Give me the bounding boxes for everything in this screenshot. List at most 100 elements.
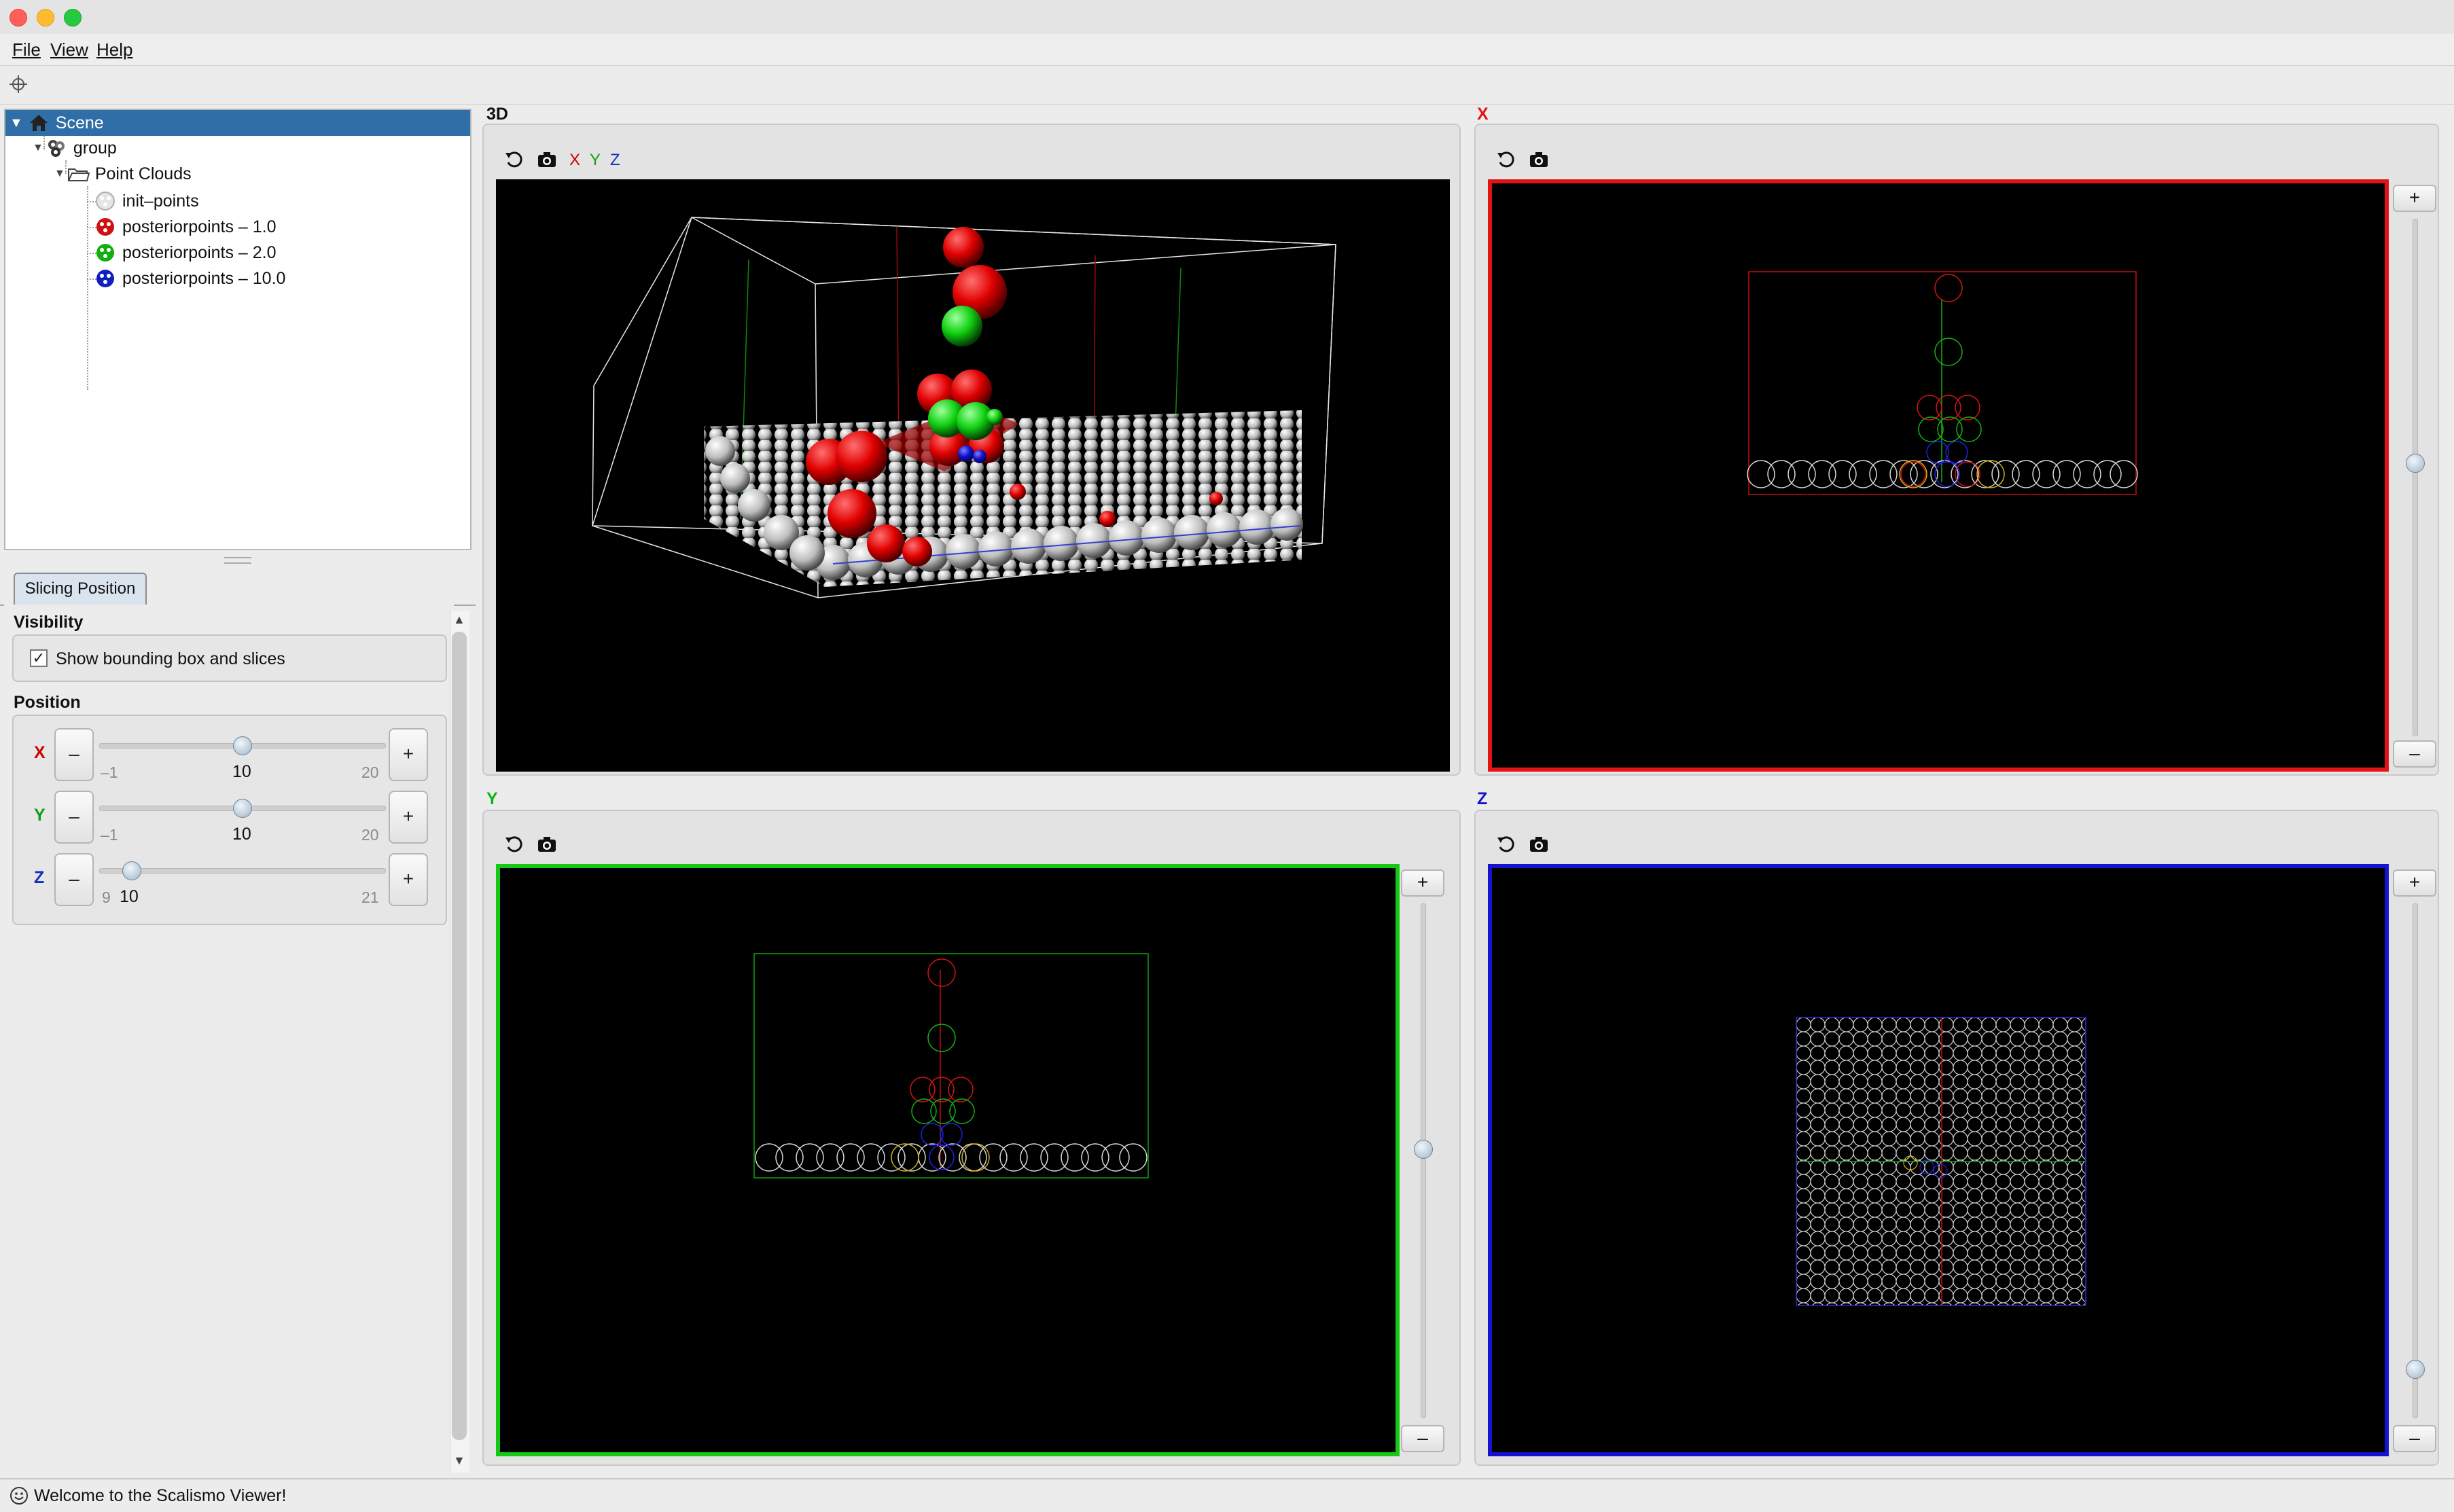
tree-label-init-points: init–points [122,191,199,211]
show-bbox-checkbox[interactable]: ✓ [30,649,48,667]
view-y-label: Y [486,789,498,808]
x-slider-knob[interactable] [233,736,252,755]
tree-label-posteriorpoints-10: posteriorpoints – 10.0 [122,268,286,288]
z-slider-knob[interactable] [122,861,141,880]
tree-node-posteriorpoints-10[interactable]: posteriorpoints – 10.0 [94,266,285,291]
point-cloud-red-icon [94,215,117,238]
view-3d-canvas[interactable] [496,179,1450,772]
y-slider-knob[interactable] [233,799,252,818]
x-view-slider-knob[interactable] [2406,454,2425,473]
tree-label-scene: Scene [55,113,104,132]
visibility-box: ✓ Show bounding box and slices [12,634,447,682]
x-zoom-out-button[interactable]: – [2393,740,2436,768]
view-z-canvas[interactable] [1488,864,2389,1456]
point-cloud-icon [94,190,117,213]
tree-label-point-clouds: Point Clouds [94,164,192,183]
z-axis-label: Z [34,868,45,887]
position-box: X – –1 10 20 + Y – –1 10 20 + Z – 9 10 2… [12,715,447,925]
y-slider-max: 20 [361,826,379,844]
slice-z-render [1796,1017,2086,1306]
reset-view-icon[interactable] [1496,834,1516,854]
x-zoom-in-button[interactable]: + [2393,185,2436,212]
scrollbar-thumb[interactable] [452,632,467,1440]
x-decrement-button[interactable]: – [54,728,94,781]
y-view-slider-knob[interactable] [1414,1140,1433,1159]
panel-splitter[interactable] [224,557,251,564]
close-window-button[interactable] [10,9,27,26]
camera-icon[interactable] [537,834,557,854]
x-axis-label: X [34,743,46,762]
y-zoom-in-button[interactable]: + [1401,869,1444,897]
x-slider-min: –1 [101,763,118,781]
tree-node-init-points[interactable]: init–points [94,189,199,213]
expand-arrow-icon[interactable]: ▼ [33,142,43,154]
z-decrement-button[interactable]: – [54,853,94,906]
point-cloud-green-icon [94,241,117,264]
toolbar [0,66,2454,105]
tree-node-posteriorpoints-2[interactable]: posteriorpoints – 2.0 [94,240,277,265]
view-x-label: X [1477,105,1489,124]
y-increment-button[interactable]: + [389,791,428,844]
z-zoom-out-button[interactable]: – [2393,1425,2436,1452]
scroll-up-arrow-icon[interactable]: ▲ [453,613,465,627]
z-increment-button[interactable]: + [389,853,428,906]
status-text: Welcome to the Scalismo Viewer! [34,1486,287,1505]
y-decrement-button[interactable]: – [54,791,94,844]
point-cloud-blue-icon [94,267,117,290]
zoom-window-button[interactable] [64,9,82,26]
z-view-slider-knob[interactable] [2406,1360,2425,1379]
crosshair-icon[interactable] [8,74,29,94]
reset-view-icon[interactable] [504,834,524,854]
view-y-canvas[interactable] [496,864,1400,1456]
z-view-slider-track[interactable] [2413,903,2418,1418]
group-icon [45,137,68,160]
smiley-icon [10,1486,29,1505]
axis-y-button[interactable]: Y [590,151,601,170]
home-icon [27,111,50,134]
camera-icon[interactable] [1529,834,1549,854]
status-bar: Welcome to the Scalismo Viewer! [0,1478,2454,1512]
view-x-canvas[interactable] [1488,179,2389,772]
camera-icon[interactable] [1529,149,1549,170]
expand-arrow-icon[interactable]: ▼ [54,168,65,180]
settings-scrollbar[interactable]: ▲ ▼ [450,611,469,1473]
y-zoom-out-button[interactable]: – [1401,1425,1444,1452]
window-titlebar [0,0,2454,35]
show-bbox-label: Show bounding box and slices [56,649,285,668]
tree-node-point-clouds[interactable]: ▼ Point Clouds [54,162,192,186]
settings-panel: Visibility ✓ Show bounding box and slice… [4,605,454,1469]
menu-view[interactable]: View [50,39,88,60]
menu-file[interactable]: File [12,39,41,60]
tree-node-scene[interactable]: ▼ Scene [10,111,104,135]
x-slider-max: 20 [361,763,379,781]
x-view-slider-track[interactable] [2413,219,2418,736]
view-z-label: Z [1477,789,1488,808]
reset-view-icon[interactable] [504,149,524,170]
z-slider-track[interactable] [99,868,386,874]
position-title: Position [14,693,81,712]
tree-label-posteriorpoints-2: posteriorpoints – 2.0 [122,242,277,262]
tree-node-posteriorpoints-1[interactable]: posteriorpoints – 1.0 [94,215,277,239]
tab-slicing-position[interactable]: Slicing Position [14,573,147,605]
camera-icon[interactable] [537,149,557,170]
scroll-down-arrow-icon[interactable]: ▼ [453,1454,465,1468]
minimize-window-button[interactable] [37,9,54,26]
tree-node-group[interactable]: ▼ group [33,136,117,160]
y-slider-value: 10 [232,825,251,844]
y-axis-label: Y [34,806,46,825]
z-zoom-in-button[interactable]: + [2393,869,2436,897]
tree-label-posteriorpoints-1: posteriorpoints – 1.0 [122,217,277,236]
x-increment-button[interactable]: + [389,728,428,781]
axis-z-button[interactable]: Z [610,151,620,170]
folder-icon [67,162,90,185]
reset-view-icon[interactable] [1496,149,1516,170]
menu-help[interactable]: Help [96,39,132,60]
visibility-title: Visibility [14,613,84,632]
expand-arrow-icon[interactable]: ▼ [10,115,23,131]
y-slider-min: –1 [101,826,118,844]
axis-x-button[interactable]: X [569,151,580,170]
scene-tree[interactable]: ▼ Scene ▼ group ▼ Point Clouds init–poin… [4,109,472,550]
z-slider-min: 9 [102,888,111,906]
y-view-slider-track[interactable] [1421,903,1426,1418]
scene-3d-render [591,217,1336,598]
